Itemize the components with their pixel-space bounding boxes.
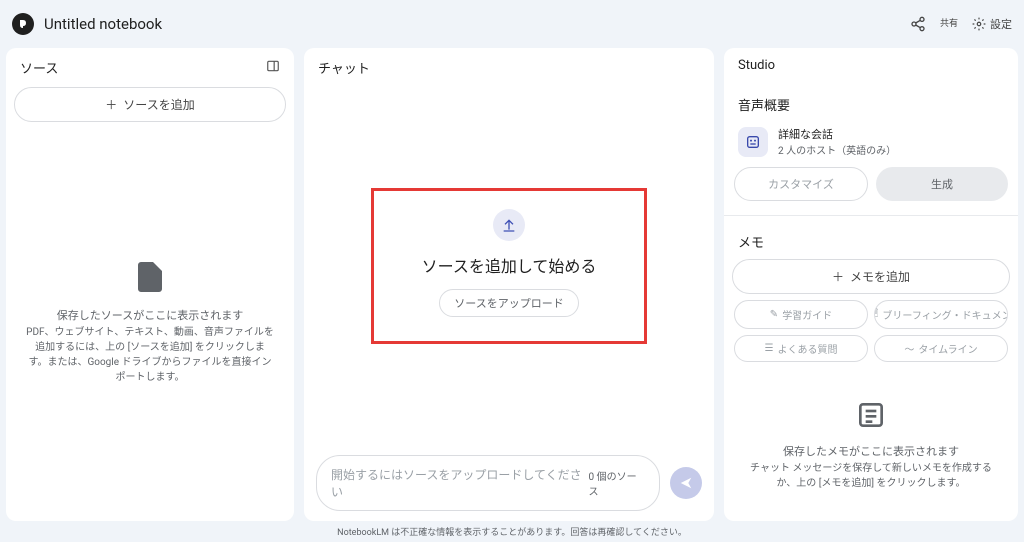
memo-empty-state: 保存したメモがここに表示されます チャット メッセージを保存して新しいメモを作成… xyxy=(724,368,1018,521)
sources-panel-title: ソース xyxy=(20,58,58,77)
source-count: 0 個のソース xyxy=(589,468,645,498)
memo-btn-briefing[interactable]: 🗎ブリーフィング・ドキュメン xyxy=(874,300,1008,329)
sources-panel: ソース ＋ ソースを追加 保存したソースがここに表示されます PDF、ウェブサイ… xyxy=(6,48,294,521)
chat-placeholder: 開始するにはソースをアップロードしてください xyxy=(331,466,589,500)
plus-icon: ＋ xyxy=(105,96,117,113)
chat-input[interactable]: 開始するにはソースをアップロードしてください 0 個のソース xyxy=(316,455,660,511)
note-icon xyxy=(855,399,887,435)
chat-empty-heading: ソースを追加して始める xyxy=(422,253,597,277)
audio-overview-row: 詳細な会話 2 人のホスト（英語のみ） xyxy=(724,122,1018,167)
memo-btn-timeline[interactable]: 〜タイムライン xyxy=(874,335,1008,362)
add-source-button[interactable]: ＋ ソースを追加 xyxy=(14,87,286,122)
app-header: Untitled notebook 共有 設定 xyxy=(0,0,1024,48)
document-icon xyxy=(132,259,168,299)
audio-subtitle: 2 人のホスト（英語のみ） xyxy=(778,142,896,157)
highlight-callout: ソースを追加して始める ソースをアップロード xyxy=(371,188,648,344)
plus-icon: ＋ xyxy=(832,268,844,285)
app-logo xyxy=(12,13,34,35)
memo-btn-faq[interactable]: ☰よくある質問 xyxy=(734,335,868,362)
customize-button[interactable]: カスタマイズ xyxy=(734,167,868,201)
generate-button[interactable]: 生成 xyxy=(876,167,1008,201)
conversation-icon xyxy=(738,127,768,157)
share-label: 共有 xyxy=(940,20,958,29)
chat-panel: チャット ソースを追加して始める ソースをアップロード 開始するにはソースをアッ… xyxy=(304,48,714,521)
settings-button[interactable]: 設定 xyxy=(972,16,1012,32)
send-button[interactable] xyxy=(670,467,702,499)
upload-icon xyxy=(493,209,525,241)
add-memo-button[interactable]: ＋ メモを追加 xyxy=(732,259,1010,294)
studio-panel: Studio 音声概要 詳細な会話 2 人のホスト（英語のみ） カスタマイズ 生… xyxy=(724,48,1018,521)
studio-panel-title: Studio xyxy=(738,58,775,73)
audio-section-title: 音声概要 xyxy=(724,83,1018,122)
collapse-icon[interactable] xyxy=(266,59,280,77)
memo-btn-study-guide[interactable]: ✎学習ガイド xyxy=(734,300,868,329)
sources-empty-state: 保存したソースがここに表示されます PDF、ウェブサイト、テキスト、動画、音声フ… xyxy=(6,122,294,521)
chat-panel-title: チャット xyxy=(318,58,370,77)
upload-source-button[interactable]: ソースをアップロード xyxy=(439,289,578,317)
footer-disclaimer: NotebookLM は不正確な情報を表示することがあります。回答は再確認してく… xyxy=(0,521,1024,542)
audio-title: 詳細な会話 xyxy=(778,126,896,142)
share-button[interactable] xyxy=(910,16,926,32)
memo-section-title: メモ xyxy=(724,220,1018,259)
notebook-title[interactable]: Untitled notebook xyxy=(44,15,900,33)
